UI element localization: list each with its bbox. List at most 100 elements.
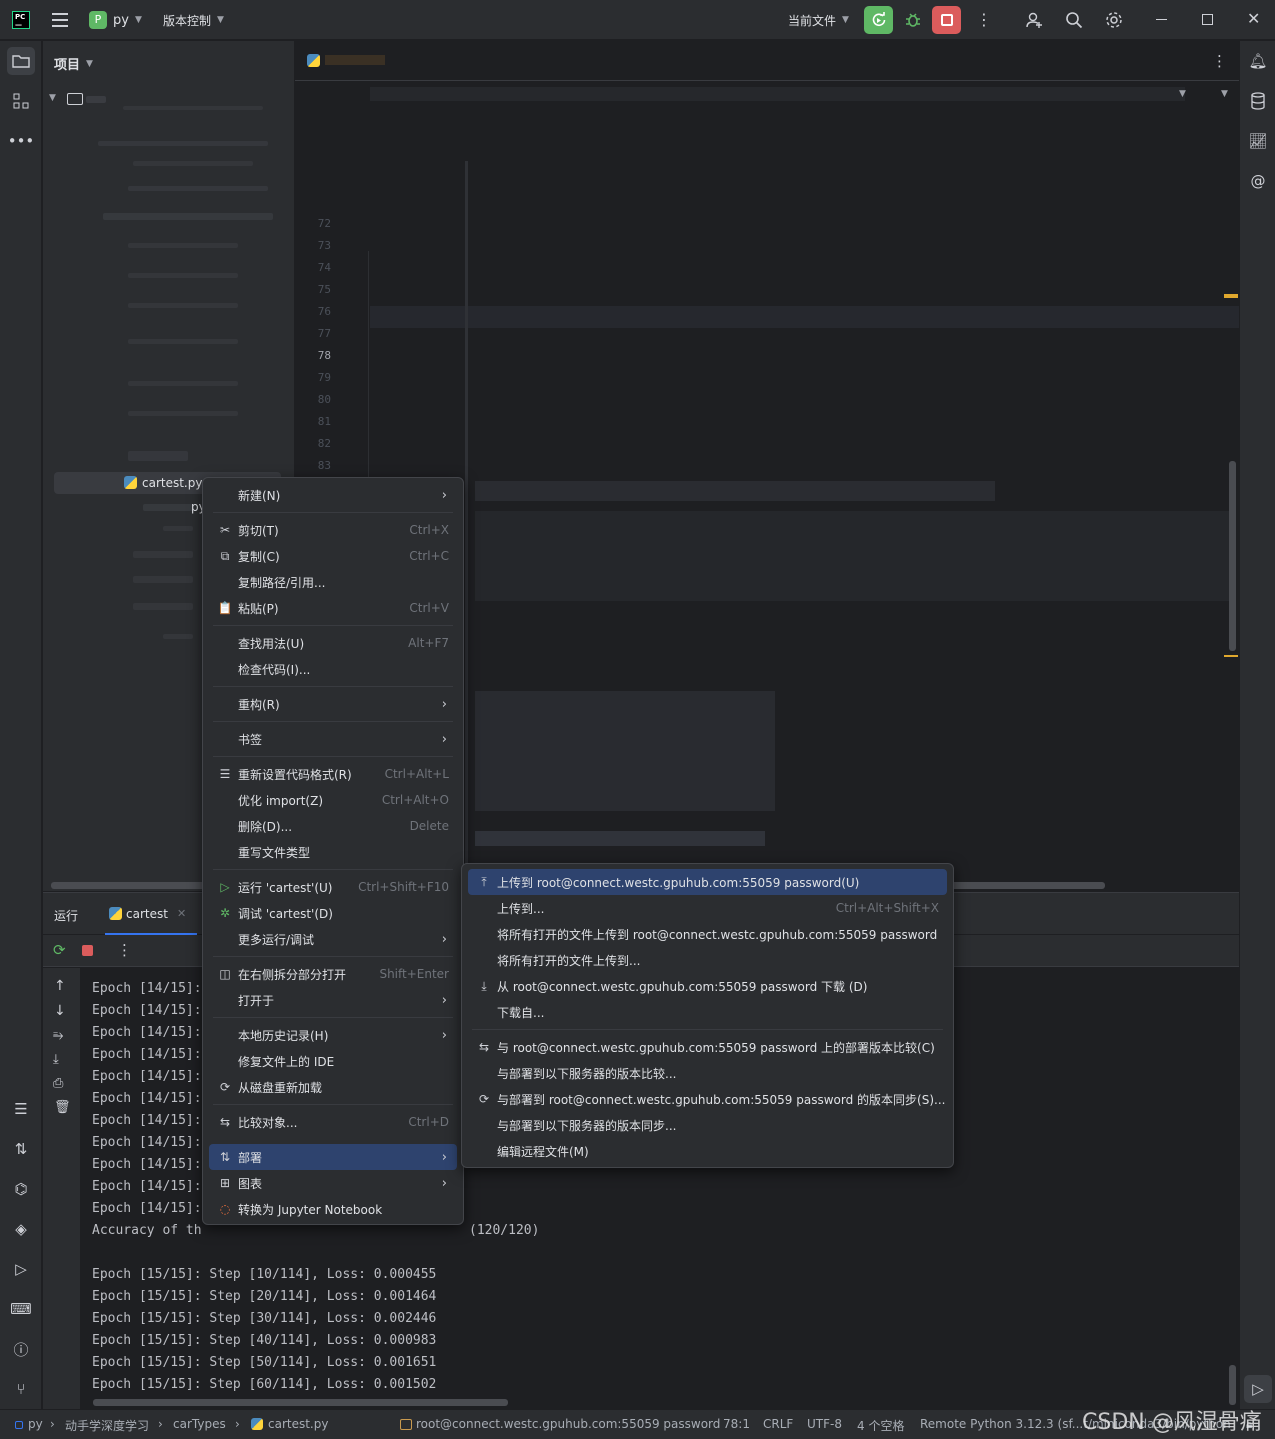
menu-find-usages-item[interactable]: 查找用法(U) Alt+F7 [209, 630, 457, 656]
line-number[interactable]: 81 [295, 415, 331, 428]
horizontal-scrollbar[interactable] [93, 1399, 508, 1406]
menu-new-item[interactable]: 新建(N) › [209, 482, 457, 508]
tree-item[interactable] [143, 504, 193, 511]
minimize-icon[interactable] [1156, 19, 1167, 20]
layers-icon[interactable]: ◈ [7, 1215, 35, 1243]
editor-tab[interactable] [325, 55, 385, 65]
warning-marker[interactable] [1224, 655, 1238, 657]
tree-item[interactable] [128, 339, 238, 344]
submenu-upload-to-server-item[interactable]: ⤒ 上传到 root@connect.westc.gpuhub.com:55059… [468, 869, 947, 895]
tree-item[interactable] [128, 303, 238, 308]
notifications-icon[interactable]: 🔔︎ [1244, 47, 1272, 75]
run-panel-title[interactable]: 运行 [54, 907, 78, 924]
submenu-edit-remote-file-item[interactable]: 编辑远程文件(M) [468, 1138, 947, 1164]
scroll-down-icon[interactable]: ↓ [54, 1003, 66, 1019]
more-tools-icon[interactable]: ••• [7, 127, 35, 155]
maximize-icon[interactable] [1202, 14, 1213, 25]
rerun-button[interactable] [864, 6, 893, 34]
add-user-icon[interactable] [1025, 11, 1043, 29]
vcs-commit-icon[interactable]: ⇅ [7, 1135, 35, 1163]
tree-item[interactable] [128, 451, 188, 461]
menu-deployment-item[interactable]: ⇅ 部署 › [209, 1144, 457, 1170]
menu-split-right-item[interactable]: ◫ 在右侧拆分部分打开 Shift+Enter [209, 961, 457, 987]
line-number[interactable]: 79 [295, 371, 331, 384]
database-icon[interactable] [1244, 87, 1272, 115]
menu-reload-from-disk-item[interactable]: ⟳ 从磁盘重新加载 [209, 1074, 457, 1100]
search-icon[interactable] [1065, 11, 1083, 29]
line-number[interactable]: 77 [295, 327, 331, 340]
stop-icon[interactable] [82, 945, 93, 956]
menu-debug-item[interactable]: ✲ 调试 'cartest'(D) [209, 900, 457, 926]
chevron-down-icon[interactable]: ▼ [1179, 89, 1186, 99]
menu-repair-ide-item[interactable]: 修复文件上的 IDE [209, 1048, 457, 1074]
structure-icon[interactable] [7, 87, 35, 115]
menu-open-in-item[interactable]: 打开于 › [209, 987, 457, 1013]
stop-button[interactable] [932, 6, 961, 34]
line-number[interactable]: 74 [295, 261, 331, 274]
tree-item[interactable] [133, 576, 193, 583]
warning-marker[interactable] [1224, 294, 1238, 298]
menu-inspect-code-item[interactable]: 检查代码(I)... [209, 656, 457, 682]
tree-item[interactable] [128, 186, 268, 191]
tree-item[interactable] [123, 106, 263, 110]
breadcrumb-subfolder[interactable]: carTypes [173, 1417, 226, 1431]
line-ending[interactable]: CRLF [763, 1417, 793, 1431]
line-number[interactable]: 75 [295, 283, 331, 296]
run-widget-icon[interactable]: ▷ [1244, 1375, 1272, 1403]
deployment-server[interactable]: root@connect.westc.gpuhub.com:55059 pass… [416, 1417, 720, 1431]
print-icon[interactable]: ⎙ [53, 1076, 63, 1091]
menu-paste-item[interactable]: 📋 粘贴(P) Ctrl+V [209, 595, 457, 621]
submenu-download-from-server-item[interactable]: ⤓ 从 root@connect.westc.gpuhub.com:55059 p… [468, 973, 947, 999]
more-icon[interactable]: ⋮ [1212, 52, 1227, 70]
more-icon[interactable]: ⋮ [976, 10, 992, 30]
scroll-to-end-icon[interactable]: ⤓ [53, 1052, 59, 1067]
line-number[interactable]: 78 [295, 349, 331, 362]
submenu-upload-to-item[interactable]: 上传到... Ctrl+Alt+Shift+X [468, 895, 947, 921]
terminal-icon[interactable]: ⌨ [7, 1295, 35, 1323]
close-icon[interactable]: ✕ [1247, 9, 1260, 28]
soft-wrap-icon[interactable]: ⥱ [53, 1028, 63, 1043]
line-number[interactable]: 72 [295, 217, 331, 230]
run-config-selector[interactable]: 当前文件 ▼ [788, 0, 849, 40]
tree-item[interactable] [128, 411, 238, 416]
submenu-upload-all-to-server-item[interactable]: 将所有打开的文件上传到 root@connect.westc.gpuhub.co… [468, 921, 947, 947]
tree-item[interactable] [163, 634, 193, 639]
project-switcher[interactable]: P py ▼ [89, 0, 142, 40]
menu-convert-jupyter-item[interactable]: ◌ 转换为 Jupyter Notebook [209, 1196, 457, 1222]
tree-item[interactable] [86, 96, 106, 103]
sciview-icon[interactable]: 📈︎ [1244, 127, 1272, 155]
tree-item[interactable] [103, 213, 273, 220]
caret-position[interactable]: 78:1 [723, 1417, 750, 1431]
breadcrumb-folder[interactable]: 动手学深度学习 [65, 1417, 149, 1434]
tree-item[interactable] [128, 381, 238, 386]
menu-local-history-item[interactable]: 本地历史记录(H) › [209, 1022, 457, 1048]
hamburger-menu-icon[interactable] [52, 13, 68, 27]
menu-delete-item[interactable]: 删除(D)... Delete [209, 813, 457, 839]
line-number[interactable]: 82 [295, 437, 331, 450]
run-tab[interactable]: cartest ✕ [105, 893, 197, 935]
indent-setting[interactable]: 4 个空格 [857, 1417, 904, 1434]
breadcrumb-file[interactable]: cartest.py [268, 1417, 328, 1431]
vertical-scrollbar[interactable] [1229, 1365, 1236, 1405]
tree-item[interactable] [133, 551, 193, 558]
vertical-scrollbar[interactable] [1229, 461, 1236, 651]
settings-icon[interactable] [1105, 11, 1123, 29]
rerun-icon[interactable]: ⟳ [53, 941, 66, 959]
more-icon[interactable]: ⋮ [117, 941, 132, 959]
menu-diagrams-item[interactable]: ⊞ 图表 › [209, 1170, 457, 1196]
line-number[interactable]: 76 [295, 305, 331, 318]
problems-icon[interactable]: ⓘ [7, 1335, 35, 1363]
submenu-sync-deployed-with-item[interactable]: 与部署到以下服务器的版本同步... [468, 1112, 947, 1138]
project-panel-header[interactable]: 项目 ▼ [54, 54, 93, 73]
tree-item[interactable] [128, 243, 238, 248]
ai-assistant-icon[interactable]: @ [1244, 167, 1272, 195]
submenu-sync-deployed-item[interactable]: ⟳ 与部署到 root@connect.westc.gpuhub.com:5505… [468, 1086, 947, 1112]
submenu-compare-deployed-item[interactable]: ⇆ 与 root@connect.westc.gpuhub.com:55059 p… [468, 1034, 947, 1060]
services-icon[interactable]: ▷ [7, 1255, 35, 1283]
tree-item[interactable] [98, 141, 268, 146]
tree-item[interactable] [128, 273, 238, 278]
git-branch-icon[interactable]: ⑂ [7, 1375, 35, 1403]
submenu-download-from-item[interactable]: 下载自... [468, 999, 947, 1025]
line-number[interactable]: 73 [295, 239, 331, 252]
submenu-upload-all-to-item[interactable]: 将所有打开的文件上传到... [468, 947, 947, 973]
